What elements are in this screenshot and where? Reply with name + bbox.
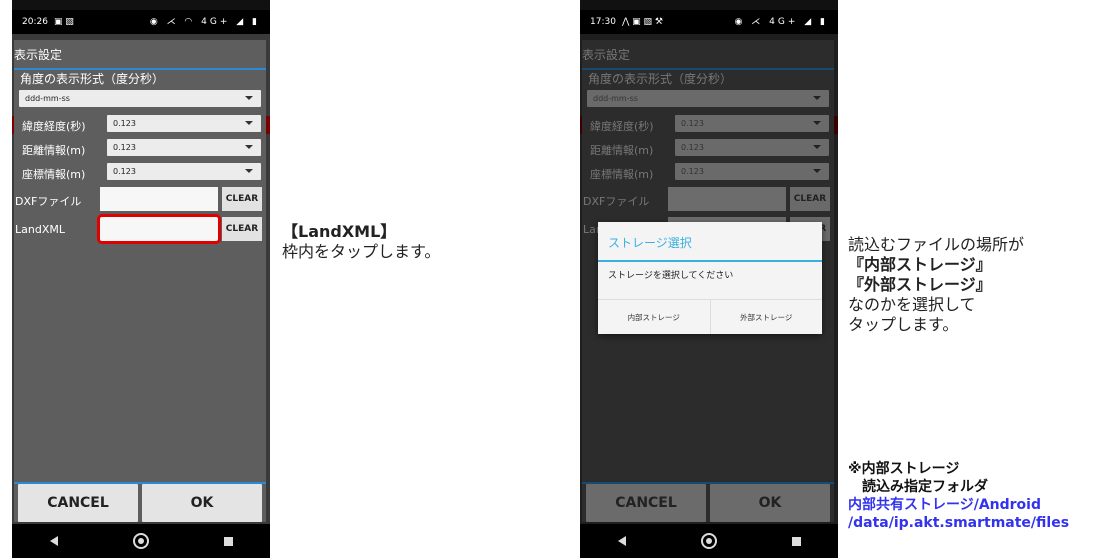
- right-caption-line: なのかを選択して: [848, 295, 976, 314]
- distance-label: 距離情報(m): [590, 144, 654, 157]
- modal-message: ストレージを選択してください: [608, 271, 734, 281]
- dropdown-arrow-icon: [245, 169, 253, 173]
- status-time: 17:30: [590, 17, 616, 27]
- angle-format-title: 角度の表示形式（度分秒）: [20, 72, 165, 86]
- dropdown-arrow-icon: [813, 96, 821, 100]
- angle-format-select[interactable]: ddd-mm-ss: [587, 90, 829, 107]
- angle-format-select[interactable]: ddd-mm-ss: [19, 90, 261, 107]
- status-icons: ◉ ⋌ 4G+ ◢ ▮: [734, 17, 828, 27]
- note-line: ※内部ストレージ: [848, 461, 960, 477]
- right-phone-screen: 17:30 ⋀ ▣ ▧ ⚒ ◉ ⋌ 4G+ ◢ ▮ 表示設定 角度の表示形式（度…: [580, 0, 838, 558]
- dropdown-arrow-icon: [245, 145, 253, 149]
- ok-button[interactable]: OK: [710, 484, 830, 522]
- navigation-bar: [580, 524, 838, 558]
- dropdown-arrow-icon: [813, 145, 821, 149]
- coordinate-precision-select[interactable]: 0.123: [675, 163, 829, 180]
- cancel-button[interactable]: CANCEL: [18, 484, 138, 522]
- coordinate-precision-select[interactable]: 0.123: [107, 163, 261, 180]
- distance-label: 距離情報(m): [22, 144, 86, 157]
- storage-folder-note: ※内部ストレージ 読込み指定フォルダ 内部共有ストレージ/Android /da…: [848, 460, 1069, 532]
- home-icon[interactable]: [132, 533, 149, 549]
- coordinate-label: 座標情報(m): [590, 168, 654, 181]
- dropdown-arrow-icon: [245, 96, 253, 100]
- latlon-precision-select[interactable]: 0.123: [675, 115, 829, 132]
- display-settings-dialog: 表示設定 角度の表示形式（度分秒） ddd-mm-ss 緯度経度(秒) 0.12…: [14, 40, 266, 522]
- left-caption-title: 【LandXML】: [282, 222, 397, 241]
- right-caption-line: 『外部ストレージ』: [848, 275, 992, 294]
- internal-storage-button[interactable]: 内部ストレージ: [598, 300, 710, 334]
- dxf-file-field[interactable]: [100, 187, 218, 211]
- angle-format-value: ddd-mm-ss: [593, 94, 638, 103]
- landxml-highlight-frame: [97, 214, 221, 244]
- angle-format-value: ddd-mm-ss: [25, 94, 70, 103]
- dialog-title: 表示設定: [582, 48, 631, 62]
- latlon-precision-select[interactable]: 0.123: [107, 115, 261, 132]
- dxf-clear-button[interactable]: CLEAR: [222, 187, 262, 211]
- dropdown-arrow-icon: [245, 121, 253, 125]
- select-value: 0.123: [113, 119, 136, 128]
- select-value: 0.123: [681, 143, 704, 152]
- dropdown-arrow-icon: [813, 169, 821, 173]
- latlon-label: 緯度経度(秒): [590, 120, 654, 133]
- modal-title-divider: [598, 260, 822, 262]
- dxf-clear-button[interactable]: CLEAR: [790, 187, 830, 211]
- dropdown-arrow-icon: [813, 121, 821, 125]
- status-time: 20:26: [22, 17, 48, 27]
- notification-icons: ⋀ ▣ ▧ ⚒: [621, 17, 663, 27]
- folder-path: 内部共有ストレージ/Android: [848, 497, 1041, 513]
- right-caption-line: 『内部ストレージ』: [848, 255, 992, 274]
- back-icon[interactable]: [49, 536, 58, 546]
- landxml-clear-button[interactable]: CLEAR: [222, 217, 262, 241]
- recent-apps-icon[interactable]: [791, 536, 801, 546]
- right-caption-line: タップします。: [848, 315, 959, 334]
- dialog-buttons: CANCEL OK: [582, 484, 834, 522]
- modal-buttons: 内部ストレージ 外部ストレージ: [598, 299, 822, 334]
- dxf-label: DXFファイル: [15, 195, 82, 208]
- select-value: 0.123: [113, 167, 136, 176]
- storage-select-modal: ストレージ選択 ストレージを選択してください 内部ストレージ 外部ストレージ: [598, 222, 822, 334]
- dxf-file-field[interactable]: [668, 187, 786, 211]
- notification-icons: ▣ ▧: [53, 17, 74, 27]
- left-caption: 【LandXML】 枠内をタップします。: [282, 222, 440, 262]
- navigation-bar: [12, 524, 270, 558]
- cancel-button[interactable]: CANCEL: [586, 484, 706, 522]
- recent-apps-icon[interactable]: [223, 536, 233, 546]
- status-icons: ◉ ⋌ ◠ 4G+ ◢ ▮: [149, 17, 260, 27]
- note-line: 読込み指定フォルダ: [848, 479, 988, 495]
- right-caption-line: 読込むファイルの場所が: [848, 235, 1025, 254]
- left-caption-body: 枠内をタップします。: [282, 242, 441, 261]
- distance-precision-select[interactable]: 0.123: [675, 139, 829, 156]
- coordinate-label: 座標情報(m): [22, 168, 86, 181]
- dialog-buttons: CANCEL OK: [14, 484, 266, 522]
- distance-precision-select[interactable]: 0.123: [107, 139, 261, 156]
- select-value: 0.123: [113, 143, 136, 152]
- right-caption: 読込むファイルの場所が 『内部ストレージ』 『外部ストレージ』 なのかを選択して…: [848, 235, 1024, 335]
- left-phone-screen: 20:26 ▣ ▧ ◉ ⋌ ◠ 4G+ ◢ ▮ 表示設定 角度の表示形式（度分秒…: [12, 0, 270, 558]
- ok-button[interactable]: OK: [142, 484, 262, 522]
- select-value: 0.123: [681, 167, 704, 176]
- status-bar: 20:26 ▣ ▧ ◉ ⋌ ◠ 4G+ ◢ ▮: [12, 10, 270, 34]
- latlon-label: 緯度経度(秒): [22, 120, 86, 133]
- status-bar: 17:30 ⋀ ▣ ▧ ⚒ ◉ ⋌ 4G+ ◢ ▮: [580, 10, 838, 34]
- home-icon[interactable]: [700, 533, 717, 549]
- modal-title: ストレージ選択: [608, 236, 692, 250]
- select-value: 0.123: [681, 119, 704, 128]
- back-icon[interactable]: [617, 536, 626, 546]
- external-storage-button[interactable]: 外部ストレージ: [709, 300, 823, 334]
- dialog-title: 表示設定: [14, 48, 63, 62]
- folder-path: /data/ip.akt.smartmate/files: [848, 515, 1070, 531]
- angle-format-title: 角度の表示形式（度分秒）: [588, 72, 733, 86]
- dxf-label: DXFファイル: [583, 195, 650, 208]
- landxml-label: LandXML: [15, 223, 65, 236]
